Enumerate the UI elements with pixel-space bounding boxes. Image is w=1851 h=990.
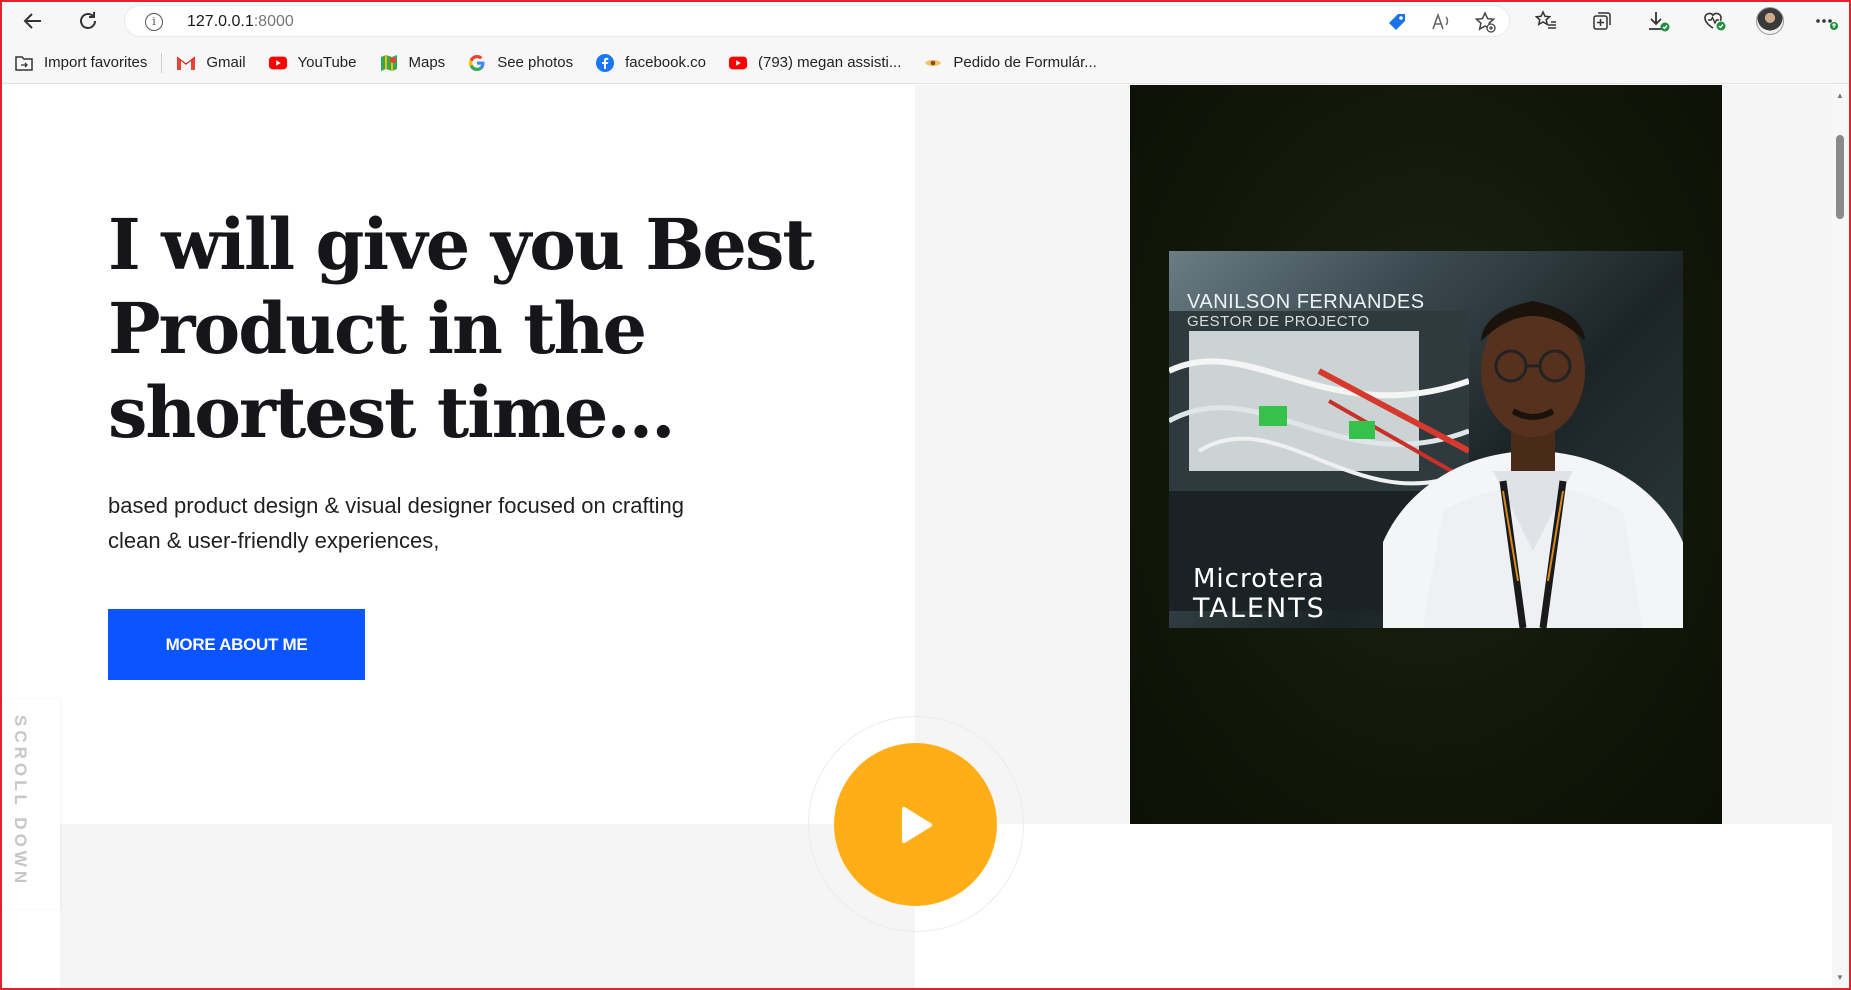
hero-title: I will give you Best Product in the shor… <box>108 203 815 454</box>
read-aloud-icon[interactable] <box>1429 10 1453 34</box>
play-video-button[interactable] <box>834 743 997 906</box>
play-icon <box>901 806 932 843</box>
site-info-icon[interactable]: i <box>145 13 163 31</box>
favorites-icon[interactable] <box>1530 7 1562 35</box>
back-button[interactable] <box>18 6 48 36</box>
bookmarks-bar: Import favorites Gmail YouTube Maps See … <box>0 42 1851 84</box>
folder-import-icon <box>14 53 34 73</box>
settings-more-button[interactable] <box>1810 7 1842 35</box>
section-bottom-background <box>60 824 915 988</box>
profile-photo: VANILSON FERNANDES GESTOR DE PROJECTO Mi… <box>1169 251 1683 628</box>
browser-toolbar: i 127.0.0.1:8000 <box>0 0 1851 42</box>
bookmark-megan-assistir[interactable]: (793) megan assisti... <box>728 53 901 73</box>
photo-brand-tagline: TALENTS <box>1193 593 1326 624</box>
add-favorite-icon[interactable] <box>1473 10 1497 34</box>
address-bar[interactable]: i 127.0.0.1:8000 <box>124 5 1510 37</box>
refresh-button[interactable] <box>73 6 103 36</box>
page-content: I will give you Best Product in the shor… <box>2 85 1832 988</box>
avatar <box>1756 7 1784 35</box>
bookmark-see-photos[interactable]: See photos <box>467 53 573 73</box>
youtube-icon <box>728 53 748 73</box>
url-text[interactable]: 127.0.0.1:8000 <box>187 13 294 31</box>
facebook-icon <box>595 53 615 73</box>
collections-icon[interactable] <box>1586 7 1618 35</box>
bookmark-pedido-formulario[interactable]: Pedido de Formulár... <box>923 53 1097 73</box>
bookmark-eye-icon <box>923 53 943 73</box>
google-icon <box>467 53 487 73</box>
profile-button[interactable] <box>1754 7 1786 35</box>
youtube-icon <box>268 53 288 73</box>
bookmark-import-favorites[interactable]: Import favorites <box>14 53 147 73</box>
more-dots-icon <box>1816 19 1838 30</box>
bookmark-youtube[interactable]: YouTube <box>268 53 357 73</box>
photo-brand-logo: Microtera <box>1193 564 1325 594</box>
page-scrollbar[interactable]: ▲ ▼ <box>1832 85 1849 988</box>
person-graphic <box>1383 301 1683 628</box>
price-tag-icon[interactable] <box>1385 10 1409 34</box>
photo-role-text: GESTOR DE PROJECTO <box>1187 313 1370 330</box>
bookmark-facebook[interactable]: facebook.co <box>595 53 706 73</box>
hero-subtitle: based product design & visual designer f… <box>108 493 685 553</box>
scroll-down-arrow-icon[interactable]: ▼ <box>1836 973 1844 982</box>
scrollbar-thumb[interactable] <box>1836 135 1844 219</box>
bookmark-gmail[interactable]: Gmail <box>176 53 246 73</box>
refresh-icon <box>80 12 96 29</box>
back-arrow-icon <box>23 13 41 29</box>
maps-icon <box>379 53 399 73</box>
browser-essentials-icon[interactable] <box>1698 7 1730 35</box>
scroll-up-arrow-icon[interactable]: ▲ <box>1836 91 1844 100</box>
scroll-down-label: SCROLL DOWN <box>11 715 30 888</box>
more-about-me-button[interactable]: MORE ABOUT ME <box>108 609 365 680</box>
gmail-icon <box>176 53 196 73</box>
bookmark-maps[interactable]: Maps <box>379 53 445 73</box>
bookmark-separator <box>161 52 163 73</box>
downloads-icon[interactable] <box>1642 7 1674 35</box>
section-bottom-right-background <box>915 824 1832 988</box>
photo-name-text: VANILSON FERNANDES <box>1187 291 1425 313</box>
